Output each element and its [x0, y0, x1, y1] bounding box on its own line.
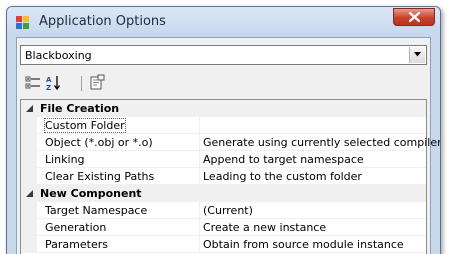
property-row-object[interactable]: Object (*.obj or *.o) Generate using cur…	[21, 134, 440, 151]
column-divider[interactable]	[199, 219, 200, 236]
column-divider[interactable]	[199, 151, 200, 168]
row-gutter	[21, 202, 37, 219]
category-label: New Component	[40, 187, 142, 200]
dialog-client-area: Blackboxing A Z File Creation Custom Fol…	[16, 37, 440, 254]
property-name: Custom Folder	[44, 118, 126, 133]
category-row-new-component[interactable]: New Component	[21, 185, 426, 202]
collapse-triangle-icon[interactable]	[26, 105, 33, 112]
close-button[interactable]	[393, 8, 435, 26]
property-value[interactable]: Obtain from source module instance	[203, 238, 404, 251]
property-value[interactable]: Create a new instance	[203, 221, 326, 234]
column-divider[interactable]	[199, 168, 200, 185]
title-bar[interactable]: Application Options	[7, 7, 440, 37]
property-row-target-namespace[interactable]: Target Namespace (Current)	[21, 202, 426, 219]
sort-az-icon: A Z	[46, 76, 61, 92]
svg-text:Z: Z	[46, 84, 51, 92]
property-name: Linking	[45, 153, 85, 166]
collapse-triangle-icon[interactable]	[26, 190, 33, 197]
column-divider[interactable]	[199, 117, 200, 134]
column-divider[interactable]	[199, 202, 200, 219]
window-title: Application Options	[39, 14, 166, 29]
row-gutter	[21, 151, 37, 168]
category-row-file-creation[interactable]: File Creation	[21, 100, 426, 117]
property-grid: File Creation Custom Folder Object (*.ob…	[20, 99, 440, 254]
row-gutter	[21, 236, 37, 253]
application-options-window: Application Options Blackboxing A Z File…	[6, 6, 441, 254]
property-pages-icon	[90, 74, 105, 90]
property-name: Target Namespace	[45, 204, 148, 217]
column-divider[interactable]	[199, 134, 200, 151]
combo-selected-value: Blackboxing	[25, 49, 92, 62]
property-name: Clear Existing Paths	[45, 170, 155, 183]
category-label: File Creation	[40, 102, 120, 115]
property-value[interactable]: (Current)	[203, 204, 253, 217]
column-divider[interactable]	[199, 236, 200, 253]
property-value[interactable]: Generate using currently selected compil…	[203, 136, 440, 149]
object-selector-combo[interactable]: Blackboxing	[20, 45, 427, 65]
property-row-custom-folder[interactable]: Custom Folder	[21, 117, 426, 134]
toolbar-separator	[81, 76, 82, 91]
property-name: Parameters	[45, 238, 108, 251]
property-name: Object (*.obj or *.o)	[45, 136, 153, 149]
property-value[interactable]: Append to target namespace	[203, 153, 364, 166]
row-gutter	[21, 168, 37, 185]
row-gutter	[21, 117, 37, 134]
row-gutter	[21, 219, 37, 236]
property-grid-toolbar: A Z	[20, 71, 427, 96]
alphabetical-button[interactable]: A Z	[45, 74, 63, 92]
categorized-icon	[25, 76, 40, 89]
chevron-down-icon	[414, 52, 421, 57]
svg-text:A: A	[46, 76, 52, 84]
app-window-icon	[16, 16, 29, 29]
property-row-generation[interactable]: Generation Create a new instance	[21, 219, 426, 236]
categorized-button[interactable]	[24, 74, 42, 92]
property-row-parameters[interactable]: Parameters Obtain from source module ins…	[21, 236, 426, 253]
row-gutter	[21, 134, 37, 151]
property-name: Generation	[45, 221, 107, 234]
property-value[interactable]: Leading to the custom folder	[203, 170, 362, 183]
property-pages-button[interactable]	[88, 74, 106, 92]
property-row-clear-existing-paths[interactable]: Clear Existing Paths Leading to the cust…	[21, 168, 426, 185]
close-icon	[409, 12, 420, 22]
combo-dropdown-button[interactable]	[409, 47, 425, 63]
property-row-linking[interactable]: Linking Append to target namespace	[21, 151, 426, 168]
